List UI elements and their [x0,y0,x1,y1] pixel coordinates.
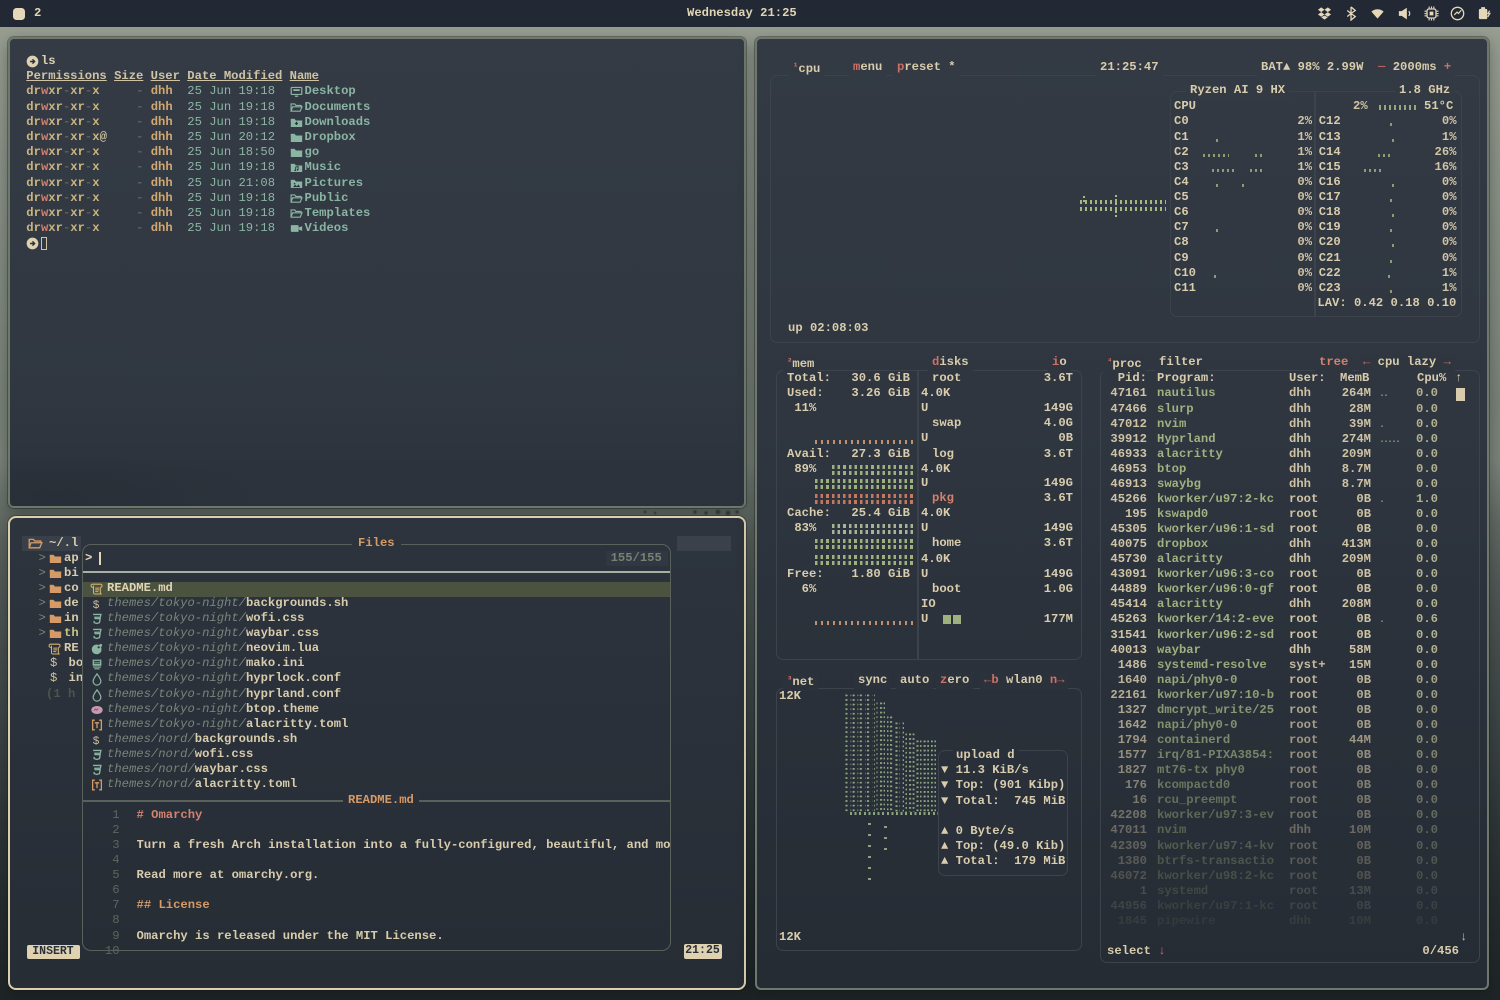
svg-text:$: $ [93,600,100,611]
svg-text:$: $ [93,736,100,747]
